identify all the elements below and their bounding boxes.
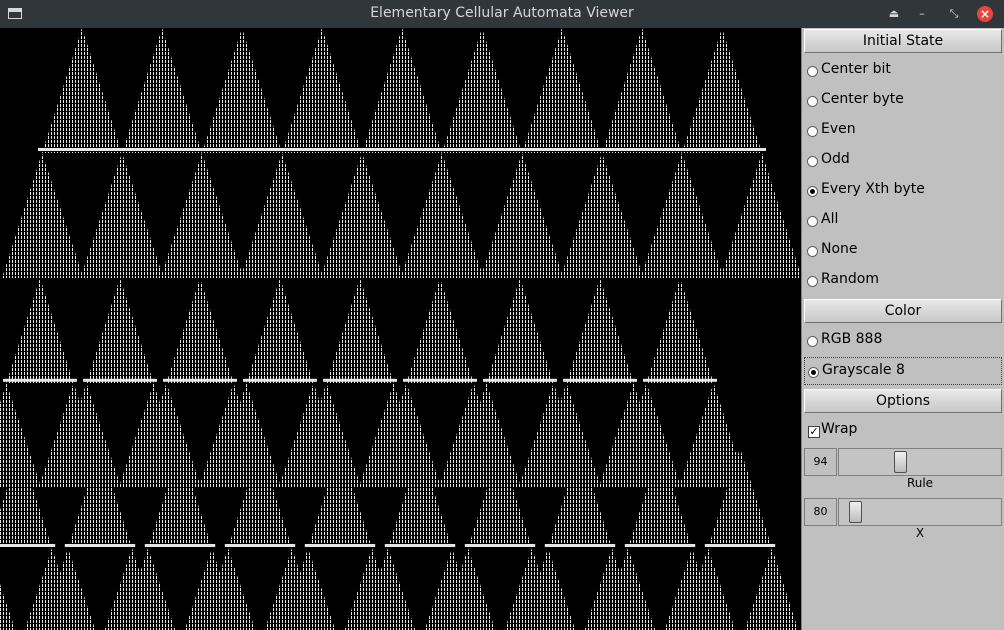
- initial-state-option-center-byte[interactable]: Center byte: [804, 87, 1002, 115]
- rule-slider-thumb[interactable]: [894, 451, 907, 473]
- color-radio-grayscale-8[interactable]: [808, 367, 819, 378]
- keep-above-icon[interactable]: ⏏: [886, 6, 902, 22]
- initial-state-option-center-bit[interactable]: Center bit: [804, 57, 1002, 85]
- initial-state-option-none[interactable]: None: [804, 237, 1002, 265]
- rule-value[interactable]: 94: [804, 448, 837, 476]
- x-slider[interactable]: [838, 498, 1002, 526]
- x-slider-thumb[interactable]: [849, 501, 862, 523]
- rule-label: Rule: [906, 476, 934, 490]
- automata-canvas[interactable]: [0, 28, 801, 630]
- initial-state-header[interactable]: Initial State: [804, 29, 1002, 53]
- color-header[interactable]: Color: [804, 299, 1002, 323]
- minimize-icon[interactable]: –: [914, 6, 930, 22]
- control-panel: Initial State Color Options ✓ Wrap 94 Ru…: [801, 28, 1004, 630]
- initial-state-radio-none[interactable]: [807, 246, 818, 257]
- initial-state-option-all[interactable]: All: [804, 207, 1002, 235]
- initial-state-label-all: All: [821, 211, 839, 227]
- initial-state-radio-center-bit[interactable]: [807, 66, 818, 77]
- initial-state-option-every-xth-byte[interactable]: Every Xth byte: [804, 177, 1002, 205]
- initial-state-radio-even[interactable]: [807, 126, 818, 137]
- close-icon[interactable]: ×: [977, 6, 993, 22]
- color-label-rgb-888: RGB 888: [821, 331, 883, 347]
- window-title: Elementary Cellular Automata Viewer: [370, 5, 634, 21]
- initial-state-label-even: Even: [821, 121, 856, 137]
- initial-state-label-center-bit: Center bit: [821, 61, 891, 77]
- rule-slider[interactable]: [838, 448, 1002, 476]
- initial-state-option-even[interactable]: Even: [804, 117, 1002, 145]
- app-window: Elementary Cellular Automata Viewer ⏏ – …: [0, 0, 1004, 630]
- initial-state-radio-random[interactable]: [807, 276, 818, 287]
- x-slider-group: 80 X: [804, 498, 1002, 548]
- x-value[interactable]: 80: [804, 498, 837, 526]
- automata-render: [0, 28, 801, 630]
- initial-state-option-odd[interactable]: Odd: [804, 147, 1002, 175]
- options-header[interactable]: Options: [804, 389, 1002, 413]
- color-label-grayscale-8: Grayscale 8: [822, 362, 905, 378]
- initial-state-label-every-xth-byte: Every Xth byte: [821, 181, 925, 197]
- initial-state-label-none: None: [821, 241, 858, 257]
- initial-state-radio-every-xth-byte[interactable]: [807, 186, 818, 197]
- title-bar[interactable]: Elementary Cellular Automata Viewer ⏏ – …: [0, 0, 1004, 28]
- wrap-label: Wrap: [821, 421, 858, 437]
- wrap-option[interactable]: ✓ Wrap: [804, 417, 1002, 445]
- initial-state-label-center-byte: Center byte: [821, 91, 904, 107]
- initial-state-label-random: Random: [821, 271, 879, 287]
- rule-slider-group: 94 Rule: [804, 448, 1002, 498]
- x-label: X: [915, 526, 925, 540]
- initial-state-radio-center-byte[interactable]: [807, 96, 818, 107]
- initial-state-radio-all[interactable]: [807, 216, 818, 227]
- wrap-checkbox[interactable]: ✓: [808, 426, 820, 438]
- restore-icon[interactable]: ⤡: [946, 6, 962, 22]
- color-radio-rgb-888[interactable]: [807, 336, 818, 347]
- color-option-grayscale-8[interactable]: Grayscale 8: [804, 357, 1002, 385]
- color-option-rgb-888[interactable]: RGB 888: [804, 327, 1002, 355]
- initial-state-radio-odd[interactable]: [807, 156, 818, 167]
- initial-state-label-odd: Odd: [821, 151, 850, 167]
- initial-state-option-random[interactable]: Random: [804, 267, 1002, 295]
